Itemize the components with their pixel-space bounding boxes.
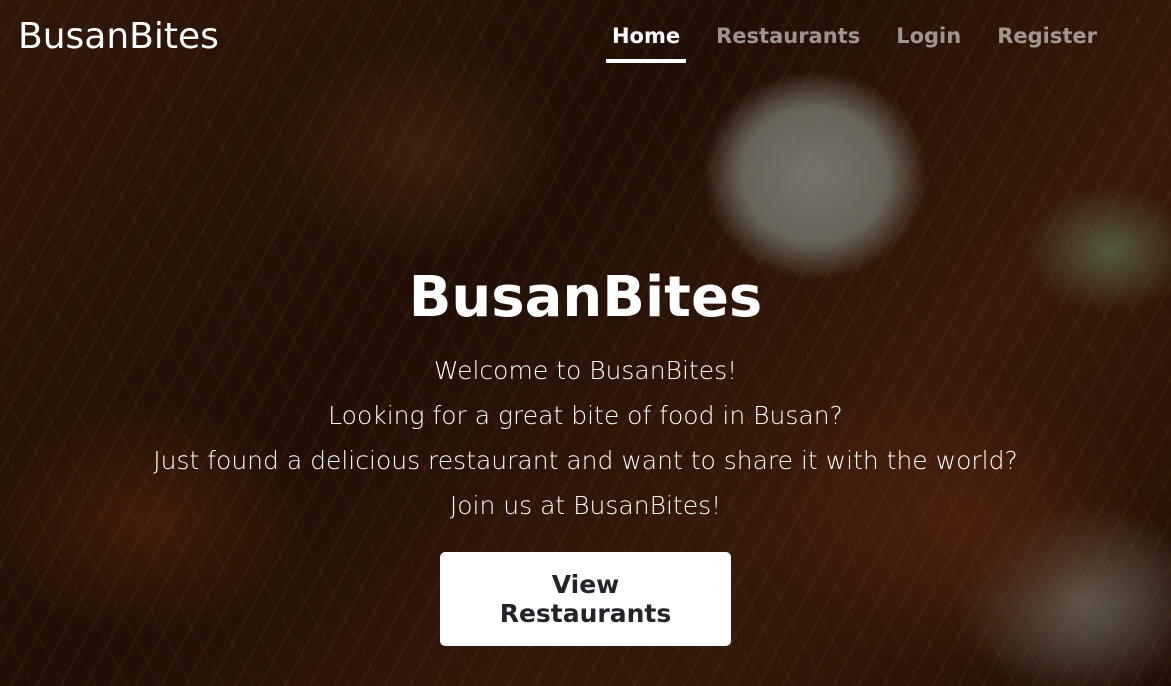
navbar: BusanBites Home Restaurants Login Regist…	[0, 0, 1171, 72]
hero-share-text: Just found a delicious restaurant and wa…	[153, 446, 1018, 475]
hero-welcome-text: Welcome to BusanBites!	[433, 356, 738, 385]
hero-question-text: Looking for a great bite of food in Busa…	[328, 401, 843, 430]
hero-title: BusanBites	[408, 265, 763, 330]
nav-link-restaurants[interactable]: Restaurants	[698, 0, 878, 72]
hero-section: BusanBites Welcome to BusanBites! Lookin…	[0, 262, 1171, 646]
nav-link-home[interactable]: Home	[594, 0, 698, 72]
hero-join-text: Join us at BusanBites!	[449, 491, 722, 520]
brand-logo[interactable]: BusanBites	[18, 16, 219, 57]
nav-links: Home Restaurants Login Register	[594, 0, 1115, 72]
nav-link-login[interactable]: Login	[878, 0, 979, 72]
nav-link-register[interactable]: Register	[979, 0, 1115, 72]
view-restaurants-button[interactable]: View Restaurants	[440, 552, 731, 646]
